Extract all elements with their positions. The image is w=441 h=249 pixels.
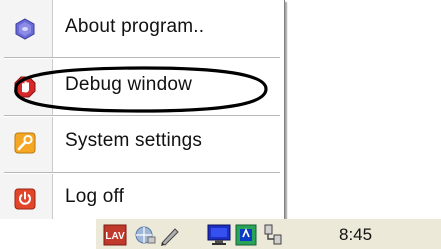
menu-item-label: Log off xyxy=(65,186,125,207)
context-menu: About program.. Debug window System sett… xyxy=(0,0,285,226)
power-icon xyxy=(14,188,36,210)
menu-item-label: About program.. xyxy=(65,16,205,37)
wrench-icon xyxy=(14,132,36,154)
clock[interactable]: 8:45 xyxy=(339,225,372,245)
monitor-tray-icon[interactable] xyxy=(207,224,231,246)
system-tray: LAV 8:45 xyxy=(0,219,441,249)
about-hexagon-icon xyxy=(14,18,36,40)
lav-tray-icon[interactable]: LAV xyxy=(103,224,127,246)
menu-separator xyxy=(4,57,280,59)
menu-item-label: Debug window xyxy=(65,74,193,95)
menu-item-debug-window[interactable]: Debug window xyxy=(0,60,284,114)
menu-item-system-settings[interactable]: System settings xyxy=(0,116,284,170)
tray-blank-area xyxy=(0,219,96,249)
debug-stop-icon xyxy=(14,76,36,98)
menu-item-label: System settings xyxy=(65,130,203,151)
pen-tray-icon[interactable] xyxy=(158,224,182,246)
settings-tray-icon[interactable] xyxy=(235,224,259,246)
network-tray-icon[interactable] xyxy=(133,224,157,246)
menu-item-about-program[interactable]: About program.. xyxy=(0,2,284,56)
menu-item-log-off[interactable]: Log off xyxy=(0,172,284,225)
connection-tray-icon[interactable] xyxy=(262,224,286,246)
svg-text:LAV: LAV xyxy=(105,231,125,242)
